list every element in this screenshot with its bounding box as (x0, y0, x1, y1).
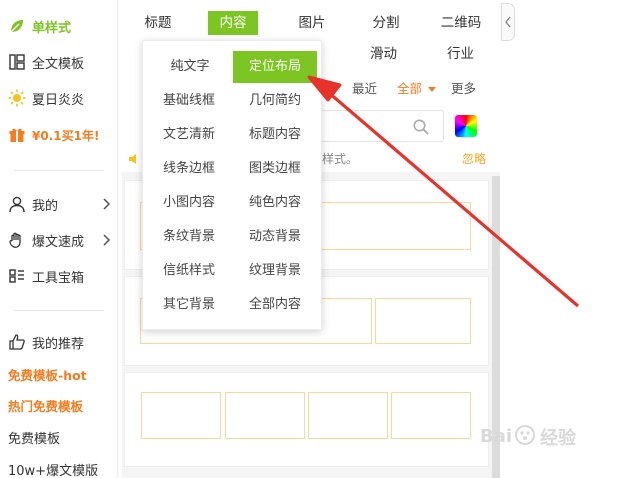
filter-all[interactable]: 全部 (397, 78, 436, 97)
sidebar-item-label: 热门免费模板 (8, 398, 84, 414)
top-nav: 标题 内容 图片 分割 二维码 (122, 0, 500, 42)
menu-item-all-content[interactable]: 全部内容 (241, 294, 309, 316)
template-icon (8, 53, 26, 71)
sidebar-divider (14, 310, 104, 311)
left-sidebar: 单样式 全文模板 夏日炎炎 ¥0.1买1年! 我的 爆文速成 工具宝箱 我的推荐… (0, 0, 118, 478)
sidebar-item-label: 免费模板 (8, 431, 61, 447)
sidebar-item-label: ¥0.1买1年! (32, 128, 100, 143)
tab-content[interactable]: 内容 (208, 11, 258, 35)
sidebar-item-fulltext-template[interactable]: 全文模板 (8, 48, 84, 76)
sidebar-item-label: 夏日炎炎 (32, 92, 85, 108)
chevron-right-icon (100, 195, 114, 213)
template-slot (308, 392, 388, 439)
sidebar-item-viral-fast[interactable]: 爆文速成 (8, 226, 118, 254)
sidebar-item-label: 全文模板 (32, 56, 85, 72)
menu-item-positioned-layout[interactable]: 定位布局 (233, 51, 317, 83)
sidebar-item-label: 10w+爆文模版 (8, 463, 99, 478)
sidebar-item-10w-viral[interactable]: 10w+爆文模版 (8, 455, 98, 478)
template-slot (375, 298, 471, 344)
menu-item-plain-text[interactable]: 纯文字 (159, 56, 221, 78)
content-category-dropdown: 纯文字 定位布局 基础线框 几何简约 文艺清新 标题内容 线条边框 图类边框 小… (142, 40, 322, 330)
search-icon[interactable] (412, 118, 430, 136)
menu-item-geometric[interactable]: 几何简约 (241, 90, 309, 112)
notice-ignore-link[interactable]: 忽略 (462, 150, 486, 167)
leaf-icon (8, 17, 26, 35)
sidebar-item-free-hot[interactable]: 免费模板-hot (8, 360, 87, 388)
sun-icon (8, 89, 26, 107)
template-slot (141, 392, 221, 439)
filter-more[interactable]: 更多 (451, 78, 476, 97)
template-slot (225, 392, 305, 439)
svg-text:Bai: Bai (480, 426, 512, 447)
sidebar-item-label: 工具宝箱 (32, 270, 85, 286)
tab-title[interactable]: 标题 (136, 11, 180, 35)
collapse-handle[interactable] (501, 3, 515, 41)
notice-text: 样式。 (322, 152, 359, 166)
filter-recent[interactable]: 最近 (352, 78, 377, 97)
gift-icon (8, 126, 26, 144)
sidebar-divider (14, 170, 104, 171)
sidebar-item-label: 单样式 (32, 20, 72, 36)
menu-item-texture-bg[interactable]: 纹理背景 (241, 260, 309, 282)
watermark-text: 经验 (540, 428, 576, 449)
user-icon (8, 195, 26, 213)
menu-item-stripe-bg[interactable]: 条纹背景 (155, 226, 223, 248)
sidebar-item-recommend[interactable]: 我的推荐 (8, 328, 84, 356)
sidebar-item-promo[interactable]: ¥0.1买1年! (8, 121, 99, 149)
menu-item-solid-color[interactable]: 纯色内容 (241, 192, 309, 214)
sidebar-item-summer[interactable]: 夏日炎炎 (8, 84, 84, 112)
chevron-left-icon (505, 16, 511, 28)
menu-item-basic-frame[interactable]: 基础线框 (155, 90, 223, 112)
sidebar-item-toolbox[interactable]: 工具宝箱 (8, 262, 84, 290)
tab-divider[interactable]: 分割 (364, 11, 408, 35)
speaker-icon (128, 152, 142, 169)
sidebar-item-label: 我的推荐 (32, 336, 85, 352)
menu-item-other-bg[interactable]: 其它背景 (155, 294, 223, 316)
template-slot (391, 392, 471, 439)
menu-item-artistic[interactable]: 文艺清新 (155, 124, 223, 146)
hand-icon (8, 231, 26, 249)
sidebar-item-free[interactable]: 免费模板 (8, 423, 60, 451)
sidebar-item-label: 爆文速成 (32, 234, 85, 250)
sidebar-item-mine[interactable]: 我的 (8, 190, 118, 218)
menu-item-animated-bg[interactable]: 动态背景 (241, 226, 309, 248)
menu-item-letter-paper[interactable]: 信纸样式 (155, 260, 223, 282)
tab-qrcode[interactable]: 二维码 (436, 11, 486, 35)
menu-item-small-image[interactable]: 小图内容 (155, 192, 223, 214)
sidebar-item-single-style[interactable]: 单样式 (8, 12, 71, 40)
thumbs-up-icon (8, 333, 26, 351)
tab-industry[interactable]: 行业 (447, 42, 474, 62)
caret-down-icon (428, 87, 436, 92)
sidebar-item-popular-free[interactable]: 热门免费模板 (8, 391, 83, 419)
menu-item-line-border[interactable]: 线条边框 (155, 158, 223, 180)
tab-slide[interactable]: 滑动 (370, 42, 397, 62)
sidebar-item-label: 免费模板-hot (8, 367, 87, 383)
menu-item-image-border[interactable]: 图类边框 (241, 158, 309, 180)
menu-item-title-content[interactable]: 标题内容 (241, 124, 309, 146)
chevron-right-icon (100, 231, 114, 249)
filter-all-label: 全部 (397, 81, 423, 96)
tab-image[interactable]: 图片 (290, 11, 334, 35)
baidu-jingyan-watermark: Bai (478, 420, 598, 450)
sidebar-item-label: 我的 (32, 198, 59, 214)
toolbox-icon (8, 267, 26, 285)
color-palette-icon[interactable] (455, 115, 477, 137)
